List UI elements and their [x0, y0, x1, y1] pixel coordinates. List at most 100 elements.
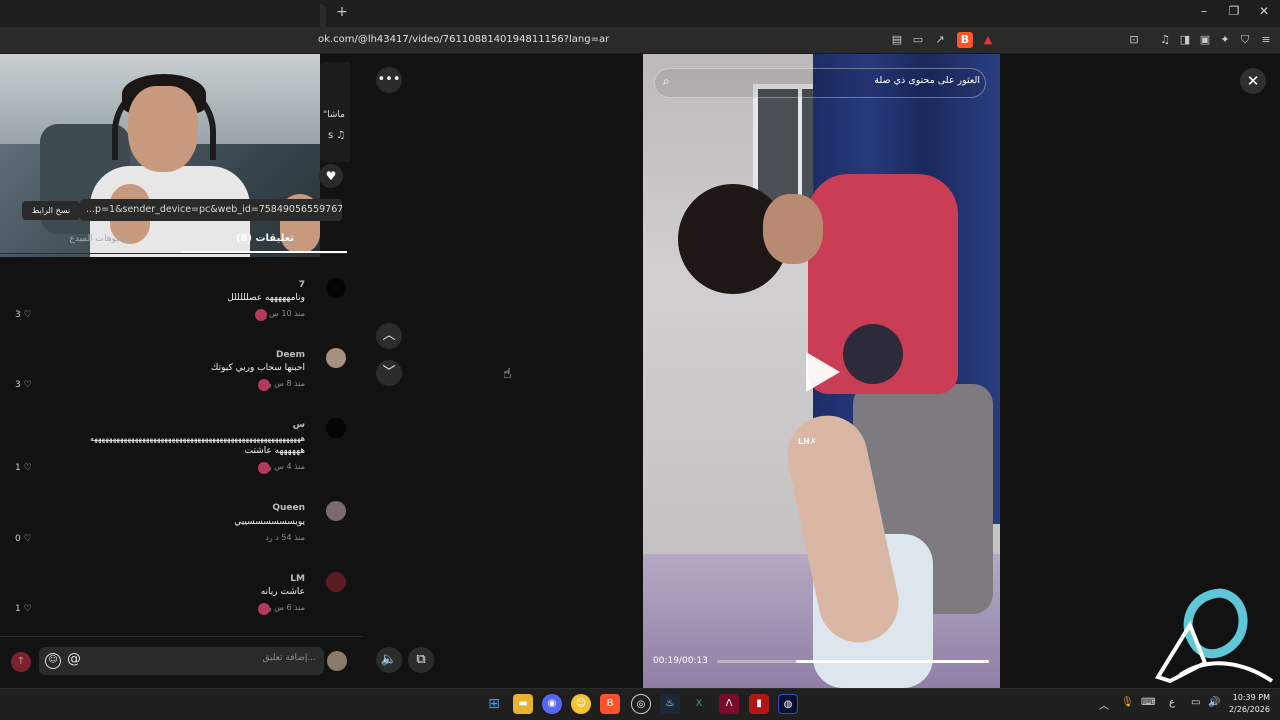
chevron-up-icon[interactable]: ︿ [376, 323, 402, 349]
comment-item: Queen يويسسسسسسييي منذ 54 د رد 0 ♡ [0, 500, 347, 570]
share-icon[interactable]: ↗ [932, 32, 948, 48]
vpn-shield-icon[interactable]: ⛉ [1237, 32, 1253, 48]
avatar [327, 651, 347, 671]
comment-meta[interactable]: منذ 4 س رد [264, 462, 305, 471]
creator-liked-badge [258, 462, 270, 474]
chevron-up-icon[interactable]: ︿ [1099, 697, 1109, 712]
emoji-icon[interactable]: ☺ [45, 653, 61, 669]
start-menu-icon[interactable]: ⊞ [484, 694, 504, 714]
speaker-icon[interactable]: 🔊 [1208, 697, 1220, 708]
file-explorer-icon[interactable]: ▬ [513, 694, 533, 714]
media-icon[interactable]: ♫ [1157, 32, 1173, 48]
leo-ai-icon[interactable]: ✦ [1217, 32, 1233, 48]
comment-item: 7 ونامهههههه عصلللللل منذ 10 س رد 3 ♡ [0, 276, 347, 346]
related-search-placeholder[interactable]: العثور على محتوى ذي صلة [874, 75, 980, 86]
close-window-button[interactable]: ✕ [1253, 4, 1275, 22]
tab-comments[interactable]: (8) تعليقات [205, 233, 325, 244]
creator-liked-badge [258, 379, 270, 391]
microphone-icon[interactable]: 🎙 [1121, 697, 1134, 708]
brave-shields-icon[interactable]: B [957, 32, 973, 48]
avatar[interactable] [326, 501, 346, 521]
more-options-icon[interactable]: ••• [376, 67, 402, 93]
mouse-cursor-icon: ☝ [503, 366, 512, 382]
obs-icon[interactable]: ◎ [631, 694, 651, 714]
tab-creator-videos[interactable]: فيديوهات المبدع [40, 234, 160, 244]
excel-icon[interactable]: X [689, 694, 709, 714]
comment-like-count[interactable]: 1 ♡ [15, 463, 32, 473]
send-arrow-icon[interactable]: ↑ [11, 652, 31, 672]
comment-input[interactable] [116, 653, 316, 663]
sound-label[interactable]: s ♫ [328, 130, 345, 141]
sidebar-icon[interactable]: ◨ [1177, 32, 1193, 48]
clock-time[interactable]: 10:39 PM [1226, 693, 1270, 702]
brave-rewards-icon[interactable]: ▲ [980, 32, 996, 48]
search-icon[interactable]: ⌕ [663, 74, 677, 88]
author-caption: "ماشا [323, 110, 345, 120]
close-icon[interactable]: ✕ [1240, 68, 1266, 94]
video-progress-fill [795, 660, 989, 663]
minimize-button[interactable]: – [1193, 4, 1215, 22]
avatar[interactable] [326, 348, 346, 368]
keyboard-icon[interactable]: ⌨ [1141, 697, 1155, 708]
browser-tab[interactable] [320, 4, 326, 27]
steam-icon[interactable]: ♨ [660, 694, 680, 714]
wallet-icon[interactable]: ▣ [1197, 32, 1213, 48]
comment-meta[interactable]: منذ 54 د رد [265, 533, 305, 542]
app-icon-red[interactable]: ▮ [749, 694, 769, 714]
avatar[interactable] [326, 278, 346, 298]
play-icon[interactable] [806, 352, 840, 392]
comment-like-count[interactable]: 0 ♡ [15, 534, 32, 544]
avatar[interactable] [326, 572, 346, 592]
video-progress-bar[interactable] [717, 660, 989, 663]
screenshot-icon[interactable]: ⊡ [1126, 32, 1142, 48]
copy-link-button[interactable]: نسخ الرابط [22, 201, 80, 220]
new-tab-button[interactable]: + [334, 4, 350, 22]
browser-tab-bar [0, 0, 1280, 27]
app-icon-a[interactable]: Λ [719, 694, 739, 714]
address-bar-url[interactable]: ok.com/@lh43417/video/761108814019481115… [318, 34, 609, 45]
share-link-field[interactable]: ...p=1&sender_device=pc&web_id=758490565… [80, 199, 342, 221]
avatar[interactable] [326, 418, 346, 438]
heart-icon[interactable]: ♥ [319, 164, 343, 188]
comment-meta[interactable]: منذ 6 س رد [264, 603, 305, 612]
streamer-logo [1154, 588, 1274, 684]
chevron-down-icon[interactable]: ﹀ [376, 360, 402, 386]
comment-like-count[interactable]: 3 ♡ [15, 310, 32, 320]
input-language[interactable]: ع [1169, 697, 1175, 708]
comment-text: ونامهههههه عصلللللل [227, 293, 305, 303]
video-watermark: LH✗ [798, 437, 817, 446]
comment-username[interactable]: LM [290, 574, 305, 584]
comment-text: يويسسسسسسييي [234, 517, 305, 527]
cast-icon[interactable]: ▭ [910, 32, 926, 48]
comment-item: س هههههههههههههههههههههههههههههههههههههه… [0, 416, 347, 496]
discord-icon[interactable]: ◉ [542, 694, 562, 714]
comment-username[interactable]: Deem [276, 350, 305, 360]
comment-text: هههههههههههههههههههههههههههههههههههههههه… [89, 434, 305, 443]
chat-app-icon[interactable]: ☺ [571, 694, 591, 714]
comment-username[interactable]: س [293, 420, 305, 430]
comment-text: احبنها سحاب وربي كيوتك [211, 363, 305, 373]
comment-meta[interactable]: منذ 8 س رد [264, 379, 305, 388]
picture-in-picture-icon[interactable]: ⧉ [408, 647, 434, 673]
comment-like-count[interactable]: 3 ♡ [15, 380, 32, 390]
reader-mode-icon[interactable]: ▤ [889, 32, 905, 48]
comment-username[interactable]: Queen [272, 503, 305, 513]
maximize-button[interactable]: ❐ [1223, 4, 1245, 22]
address-bar-row [0, 27, 1280, 54]
comment-text: عاشت ريانه [260, 587, 305, 597]
clock-date[interactable]: 2/26/2026 [1226, 705, 1270, 714]
comment-like-count[interactable]: 1 ♡ [15, 604, 32, 614]
comment-username[interactable]: 7 [299, 280, 305, 290]
brave-browser-icon[interactable]: B [600, 694, 620, 714]
author-card: "ماشا [320, 62, 350, 162]
active-tab-indicator [181, 251, 347, 253]
comment-item: LM عاشت ريانه منذ 6 س رد 1 ♡ [0, 570, 347, 640]
mention-icon[interactable]: @ [67, 651, 81, 667]
network-icon[interactable]: ▭ [1191, 697, 1200, 708]
app-icon-blue[interactable]: ◍ [778, 694, 798, 714]
comments-panel: "ماشا s ♫ ♥ نسخ الرابط ...p=1&sender_dev… [0, 54, 363, 688]
creator-liked-badge [258, 603, 270, 615]
video-timestamp: 00:19/00:13 [653, 656, 708, 666]
volume-icon[interactable]: 🔈 [376, 647, 402, 673]
menu-icon[interactable]: ≡ [1258, 32, 1274, 48]
